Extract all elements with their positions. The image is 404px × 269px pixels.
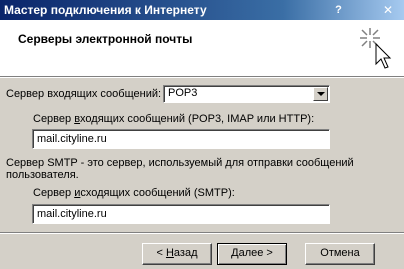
smtp-note-line2: пользователя. xyxy=(6,169,79,181)
footer-separator-highlight xyxy=(0,233,404,234)
close-button[interactable]: ✕ xyxy=(380,3,396,17)
window-title: Мастер подключения к Интернету xyxy=(4,3,207,17)
incoming-server-label-suffix: ходящих сообщений (POP3, IMAP или HTTP): xyxy=(80,113,315,125)
incoming-server-label: Сервер входящих сообщений (POP3, IMAP ил… xyxy=(33,113,314,125)
back-button-prefix: < xyxy=(156,247,166,259)
incoming-server-type-value: POP3 xyxy=(166,87,200,100)
help-button[interactable]: ? xyxy=(331,3,346,17)
outgoing-server-label-suffix: сходящих сообщений (SMTP): xyxy=(80,187,235,199)
wizard-sparkle-cursor-icon xyxy=(358,26,394,75)
back-button-suffix: азад xyxy=(173,247,198,259)
outgoing-server-label: Сервер исходящих сообщений (SMTP): xyxy=(33,187,235,199)
outgoing-server-label-prefix: Сервер xyxy=(33,187,75,199)
outgoing-server-input[interactable]: mail.cityline.ru xyxy=(32,204,330,224)
back-button-accel: Н xyxy=(165,247,174,259)
title-bar[interactable]: Мастер подключения к Интернету ? ✕ xyxy=(0,0,404,20)
next-button[interactable]: Далее > xyxy=(217,243,287,265)
wizard-header: Серверы электронной почты xyxy=(0,20,404,76)
page-heading: Серверы электронной почты xyxy=(18,32,193,46)
chevron-down-icon xyxy=(317,92,325,96)
incoming-type-label: Сервер входящих сообщений: xyxy=(6,88,162,100)
incoming-server-type-select[interactable]: POP3 xyxy=(163,85,330,103)
dropdown-button[interactable] xyxy=(313,87,328,101)
header-separator-highlight xyxy=(0,77,404,78)
smtp-note-line1: Сервер SMTP - это сервер, используемый д… xyxy=(6,157,354,169)
incoming-server-input[interactable]: mail.cityline.ru xyxy=(32,129,330,149)
back-button[interactable]: < Назад xyxy=(142,243,212,265)
incoming-server-label-prefix: Сервер xyxy=(33,113,75,125)
cancel-button[interactable]: Отмена xyxy=(305,243,375,265)
